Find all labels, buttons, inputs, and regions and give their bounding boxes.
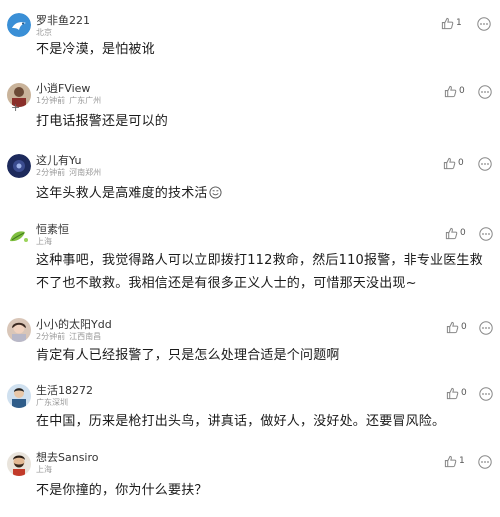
comment-username[interactable]: 小小的太阳Ydd [36,316,112,332]
comment-username[interactable]: 小逍FView [36,80,90,96]
comment-location: 江西南昌 [69,332,102,341]
comment-location: 上海 [36,465,52,474]
like-count: 0 [459,86,465,96]
comment-meta: 2分钟前 河南郑州 [36,167,101,178]
comment-location: 广东广州 [69,96,102,105]
thumbs-up-icon [444,85,457,98]
thumbs-up-icon [441,17,454,30]
thumbs-up-icon [443,157,456,170]
like-count: 0 [461,322,467,332]
like-button[interactable]: 0 [446,321,468,335]
comment-content: 在中国，历来是枪打出头鸟，讲真话，做好人，没好处。还要冒风险。 [36,414,446,429]
thumbs-up-icon [446,321,459,334]
more-options-icon[interactable] [478,157,492,171]
green-leaf-avatar-icon[interactable] [7,225,31,249]
thumbs-up-icon [444,455,457,468]
comment-text: 这年头救人是高难度的技术活 [36,186,208,201]
like-count: 0 [460,228,466,238]
comment-username[interactable]: 罗非鱼221 [36,12,90,28]
blue-bird-avatar-icon[interactable] [7,13,31,37]
girl-photo-avatar-icon[interactable] [7,318,31,342]
comment-content: 这年头救人是高难度的技术活 [36,182,488,205]
comment-content: 不是你撞的，你为什么要扶？ [36,483,208,498]
comment-username[interactable]: 恒素恒 [36,221,69,237]
comment-item: 恒素恒 上海 这种事吧，我觉得路人可以立即拨打112救命，然后110报警，非专业… [0,208,500,308]
man-photo-avatar-icon[interactable] [7,384,31,408]
like-button[interactable]: 0 [444,85,466,99]
dark-blue-avatar-icon[interactable] [7,154,31,178]
more-options-icon[interactable] [478,455,492,469]
like-count: 0 [458,158,464,168]
comment-location: 河南郑州 [69,168,102,177]
thumbs-up-icon [445,227,458,240]
comment-meta: 1分钟前 广东广州 [36,95,101,106]
comment-meta: 2分钟前 江西南昌 [36,331,101,342]
more-options-icon[interactable] [479,227,493,241]
like-button[interactable]: 1 [444,455,466,469]
comment-meta: 广东深圳 [36,397,68,408]
more-options-icon[interactable] [479,321,493,335]
comment-item: 这儿有Yu 2分钟前 河南郑州 这年头救人是高难度的技术活 0 [0,142,500,208]
add-follow-icon[interactable]: + [11,102,20,113]
like-count: 1 [459,456,465,466]
comment-location: 北京 [36,28,52,37]
bearded-man-avatar-icon[interactable] [7,452,31,476]
comment-list: 罗非鱼221 北京 不是冷漠，是怕被讹 1 + 小逍FView 1分钟前 广东广州… [0,0,500,517]
comment-meta: 北京 [36,27,52,38]
comment-content: 肯定有人已经报警了，只是怎么处理合适是个问题啊 [36,348,340,363]
like-button[interactable]: 0 [446,387,468,401]
comment-item: 罗非鱼221 北京 不是冷漠，是怕被讹 1 [0,0,500,62]
like-button[interactable]: 0 [443,157,465,171]
comment-username[interactable]: 这儿有Yu [36,152,81,168]
more-options-icon[interactable] [478,85,492,99]
comment-item: + 小逍FView 1分钟前 广东广州 打电话报警还是可以的 0 [0,62,500,142]
comment-meta: 上海 [36,236,52,247]
comment-location: 上海 [36,237,52,246]
comment-content: 打电话报警还是可以的 [36,114,169,129]
comment-content: 这种事吧，我觉得路人可以立即拨打112救命，然后110报警，非专业医生救不了也不… [36,253,483,291]
smile-emoji-icon [209,186,222,199]
comment-item: 生活18272 广东深圳 在中国，历来是枪打出头鸟，讲真话，做好人，没好处。还要… [0,378,500,444]
comment-meta: 上海 [36,464,52,475]
comment-time: 1分钟前 [36,96,66,105]
comment-item: 小小的太阳Ydd 2分钟前 江西南昌 肯定有人已经报警了，只是怎么处理合适是个问题… [0,308,500,378]
like-count: 0 [461,388,467,398]
comment-time: 2分钟前 [36,332,66,341]
comment-location: 广东深圳 [36,398,68,407]
like-button[interactable]: 1 [441,17,463,31]
comment-username[interactable]: 生活18272 [36,382,93,398]
comment-item: 想去Sansiro 上海 不是你撞的，你为什么要扶？ 1 [0,444,500,517]
more-options-icon[interactable] [477,17,491,31]
thumbs-up-icon [446,387,459,400]
comment-username[interactable]: 想去Sansiro [36,449,99,465]
comment-content: 不是冷漠，是怕被讹 [36,42,155,57]
more-options-icon[interactable] [479,387,493,401]
comment-time: 2分钟前 [36,168,66,177]
like-button[interactable]: 0 [445,227,467,241]
like-count: 1 [456,18,462,28]
